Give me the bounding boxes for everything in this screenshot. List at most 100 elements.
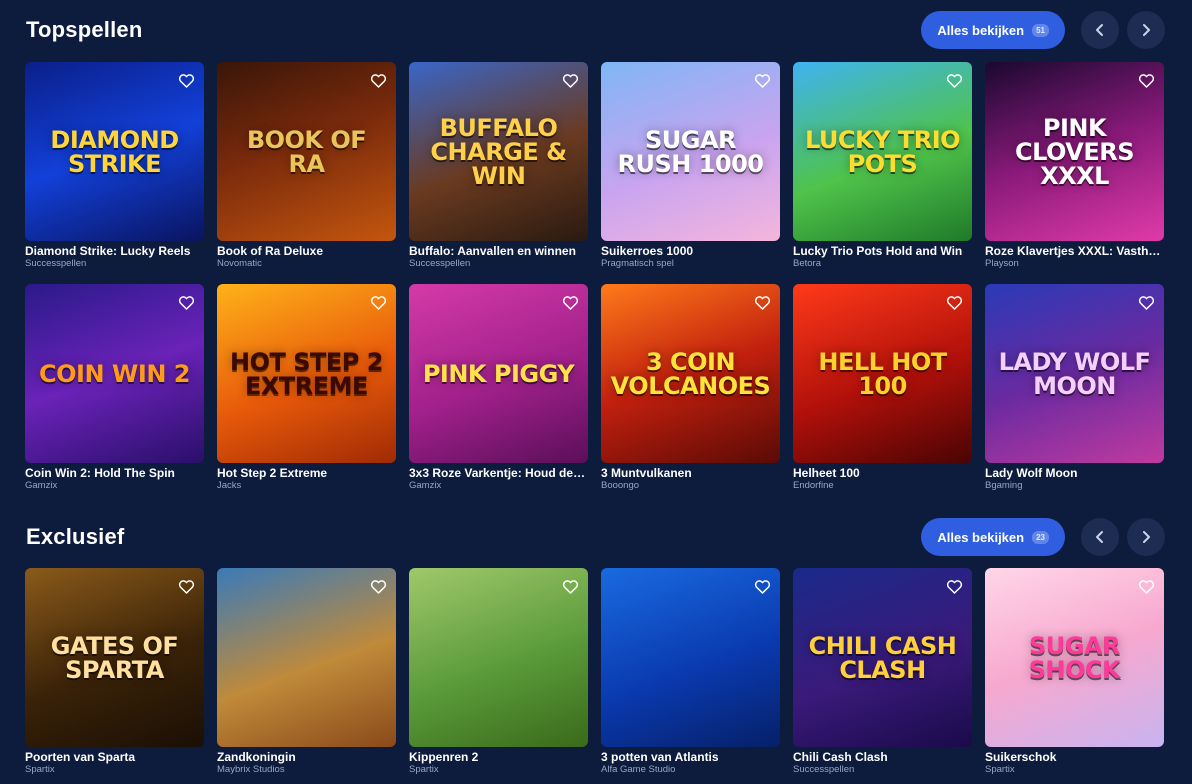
favorite-button[interactable] bbox=[944, 292, 964, 312]
game-logo-art: Lady Wolf Moon bbox=[998, 347, 1151, 400]
view-all-button[interactable]: Alles bekijken 51 bbox=[921, 11, 1065, 49]
game-tile[interactable]: Pink Piggy 3x3 Roze Varkentje: Houd de sp… bbox=[409, 284, 588, 491]
game-tile[interactable]: Book of Ra Book of Ra Deluxe Novomatic bbox=[217, 62, 396, 269]
game-logo-art: Chili Cash Clash bbox=[808, 631, 957, 684]
favorite-button[interactable] bbox=[176, 576, 196, 596]
game-tile[interactable]: Gates of Sparta Poorten van Sparta Spartix bbox=[25, 568, 204, 775]
favorite-button[interactable] bbox=[176, 70, 196, 90]
game-provider: Novomatic bbox=[217, 258, 262, 269]
game-logo-art: Book of Ra bbox=[246, 125, 367, 178]
game-tile[interactable]: Zandkoningin Maybrix Studios bbox=[217, 568, 396, 775]
game-thumbnail[interactable]: Hell Hot 100 bbox=[793, 284, 972, 463]
game-tile[interactable]: Sugar Shock Suikerschok Spartix bbox=[985, 568, 1164, 775]
heart-outline-icon bbox=[754, 295, 770, 310]
favorite-button[interactable] bbox=[1136, 292, 1156, 312]
heart-outline-icon bbox=[178, 295, 194, 310]
game-logo-art: Pink Piggy bbox=[422, 359, 575, 388]
game-tile[interactable]: 3 potten van Atlantis Alfa Game Studio bbox=[601, 568, 780, 775]
chevron-right-icon bbox=[1143, 531, 1150, 543]
favorite-button[interactable] bbox=[368, 576, 388, 596]
heart-outline-icon bbox=[370, 73, 386, 88]
game-thumbnail[interactable]: Buffalo Charge & Win bbox=[409, 62, 588, 241]
game-tile[interactable]: Diamond Strike Diamond Strike: Lucky Reel… bbox=[25, 62, 204, 269]
game-tile[interactable]: Lucky Trio Pots Lucky Trio Pots Hold and … bbox=[793, 62, 972, 269]
game-title: Coin Win 2: Hold The Spin bbox=[25, 466, 175, 480]
carousel-prev-button[interactable] bbox=[1081, 518, 1119, 556]
game-thumbnail[interactable]: Pink Piggy bbox=[409, 284, 588, 463]
game-tile[interactable]: Pink Clovers XXXL Roze Klavertjes XXXL: V… bbox=[985, 62, 1164, 269]
game-tile[interactable]: Coin Win 2 Coin Win 2: Hold The Spin Gamzi… bbox=[25, 284, 204, 491]
chevron-right-icon bbox=[1143, 24, 1150, 36]
game-thumbnail[interactable]: Chili Cash Clash bbox=[793, 568, 972, 747]
view-all-label: Alles bekijken bbox=[937, 529, 1025, 545]
game-tile[interactable]: Hot Step 2 Extreme Hot Step 2 Extreme Jack… bbox=[217, 284, 396, 491]
game-thumbnail[interactable] bbox=[601, 568, 780, 747]
section-header: Topspellen Alles bekijken 51 bbox=[26, 11, 1165, 49]
game-thumbnail[interactable]: Pink Clovers XXXL bbox=[985, 62, 1164, 241]
game-provider: Successpellen bbox=[409, 258, 471, 269]
game-thumbnail[interactable]: Hot Step 2 Extreme bbox=[217, 284, 396, 463]
game-tile[interactable]: Chili Cash Clash Chili Cash Clash Successp… bbox=[793, 568, 972, 775]
game-thumbnail[interactable] bbox=[217, 568, 396, 747]
chevron-left-icon bbox=[1096, 24, 1103, 36]
game-thumbnail[interactable]: Book of Ra bbox=[217, 62, 396, 241]
game-provider: Successpellen bbox=[793, 764, 855, 775]
game-title: Suikerroes 1000 bbox=[601, 244, 694, 258]
favorite-button[interactable] bbox=[176, 292, 196, 312]
game-tile[interactable]: Buffalo Charge & Win Buffalo: Aanvallen e… bbox=[409, 62, 588, 269]
carousel-next-button[interactable] bbox=[1127, 11, 1165, 49]
game-tile[interactable]: Sugar Rush 1000 Suikerroes 1000 Pragmatisc… bbox=[601, 62, 780, 269]
game-thumbnail[interactable]: Coin Win 2 bbox=[25, 284, 204, 463]
heart-outline-icon bbox=[946, 579, 962, 594]
favorite-button[interactable] bbox=[560, 292, 580, 312]
carousel-prev-button[interactable] bbox=[1081, 11, 1119, 49]
game-tile[interactable]: Lady Wolf Moon Lady Wolf Moon Bgaming bbox=[985, 284, 1164, 491]
game-thumbnail[interactable]: Lucky Trio Pots bbox=[793, 62, 972, 241]
game-title: 3 Muntvulkanen bbox=[601, 466, 692, 480]
game-provider: Playson bbox=[985, 258, 1019, 269]
game-title: Poorten van Sparta bbox=[25, 750, 136, 764]
favorite-button[interactable] bbox=[560, 70, 580, 90]
favorite-button[interactable] bbox=[944, 576, 964, 596]
view-all-button[interactable]: Alles bekijken 23 bbox=[921, 518, 1065, 556]
game-provider: Pragmatisch spel bbox=[601, 258, 674, 269]
game-provider: Jacks bbox=[217, 480, 242, 491]
favorite-button[interactable] bbox=[560, 576, 580, 596]
game-title: Lady Wolf Moon bbox=[985, 466, 1078, 480]
favorite-button[interactable] bbox=[752, 576, 772, 596]
favorite-button[interactable] bbox=[1136, 576, 1156, 596]
section-controls: Alles bekijken 23 bbox=[921, 518, 1165, 556]
favorite-button[interactable] bbox=[752, 292, 772, 312]
game-title: Roze Klavertjes XXXL: Vasthouden en winn… bbox=[985, 244, 1164, 258]
game-thumbnail[interactable] bbox=[409, 568, 588, 747]
favorite-button[interactable] bbox=[1136, 70, 1156, 90]
game-provider: Bgaming bbox=[985, 480, 1023, 491]
heart-outline-icon bbox=[178, 579, 194, 594]
game-logo-art: Sugar Shock bbox=[1028, 631, 1121, 684]
favorite-button[interactable] bbox=[752, 70, 772, 90]
game-thumbnail[interactable]: Sugar Shock bbox=[985, 568, 1164, 747]
game-logo-art: Buffalo Charge & Win bbox=[430, 113, 567, 190]
game-thumbnail[interactable]: Sugar Rush 1000 bbox=[601, 62, 780, 241]
section-title: Exclusief bbox=[26, 524, 125, 549]
game-tile[interactable]: 3 Coin Volcanoes 3 Muntvulkanen Booongo bbox=[601, 284, 780, 491]
game-provider: Endorfine bbox=[793, 480, 834, 491]
game-thumbnail[interactable]: Lady Wolf Moon bbox=[985, 284, 1164, 463]
game-title: Diamond Strike: Lucky Reels bbox=[25, 244, 191, 258]
game-logo-art: Pink Clovers XXXL bbox=[1014, 113, 1135, 190]
favorite-button[interactable] bbox=[368, 292, 388, 312]
game-logo-art: Hell Hot 100 bbox=[818, 347, 947, 400]
favorite-button[interactable] bbox=[944, 70, 964, 90]
carousel-next-button[interactable] bbox=[1127, 518, 1165, 556]
favorite-button[interactable] bbox=[368, 70, 388, 90]
game-provider: Successpellen bbox=[25, 258, 87, 269]
game-tile[interactable]: Kippenren 2 Spartix bbox=[409, 568, 588, 775]
game-title: Buffalo: Aanvallen en winnen bbox=[409, 244, 576, 258]
heart-outline-icon bbox=[946, 73, 962, 88]
game-thumbnail[interactable]: Diamond Strike bbox=[25, 62, 204, 241]
game-thumbnail[interactable]: Gates of Sparta bbox=[25, 568, 204, 747]
game-thumbnail[interactable]: 3 Coin Volcanoes bbox=[601, 284, 780, 463]
game-provider: Spartix bbox=[985, 764, 1015, 775]
game-logo-art: Hot Step 2 Extreme bbox=[230, 347, 383, 400]
game-tile[interactable]: Hell Hot 100 Helheet 100 Endorfine bbox=[793, 284, 972, 491]
